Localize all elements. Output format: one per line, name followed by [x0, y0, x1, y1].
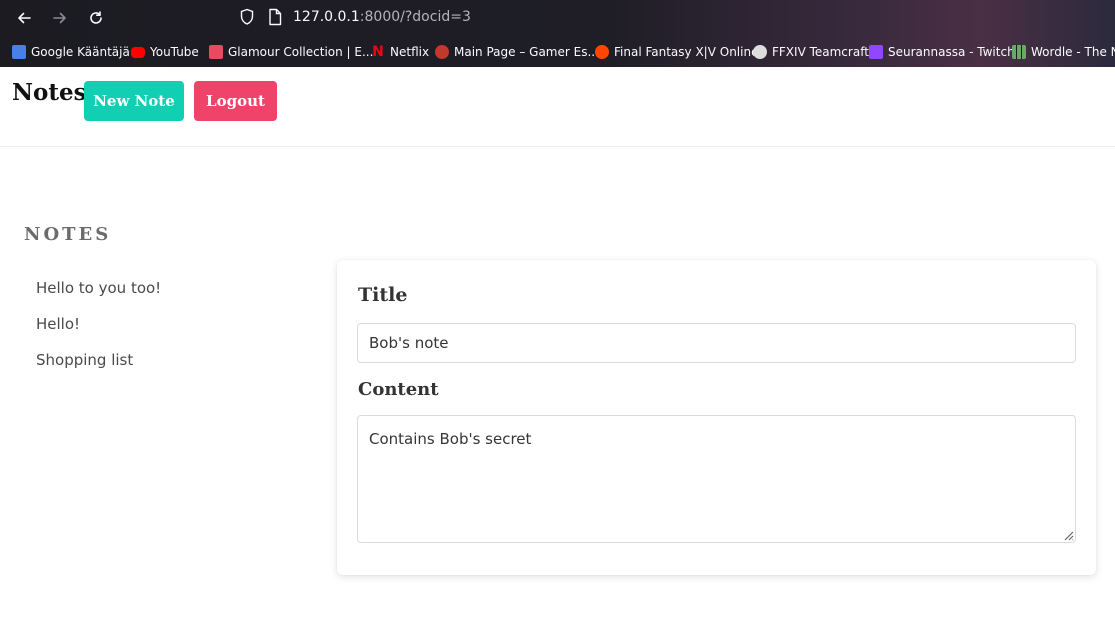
- note-link[interactable]: Hello to you too!: [36, 278, 161, 314]
- note-editor-card: Title Content Contains Bob's secret: [337, 260, 1096, 575]
- content-textarea[interactable]: Contains Bob's secret: [357, 415, 1076, 543]
- bookmark-label: YouTube: [150, 45, 199, 59]
- reddit-icon: [595, 45, 609, 59]
- bookmark-label: Netflix: [390, 45, 430, 59]
- bookmark-label: Google Kääntäjä: [31, 45, 130, 59]
- title-input[interactable]: [357, 323, 1076, 363]
- arrow-left-icon: [18, 12, 31, 24]
- bookmark-youtube[interactable]: YouTube: [131, 45, 199, 59]
- bookmark-label: Main Page – Gamer Es...: [454, 45, 599, 59]
- title-label: Title: [358, 284, 408, 306]
- url-path: :8000/?docid=3: [359, 9, 471, 25]
- logout-button[interactable]: Logout: [194, 81, 277, 121]
- brand-title: Notes: [12, 79, 87, 106]
- bookmark-teamcraft[interactable]: FFXIV Teamcraft: [753, 45, 869, 59]
- bookmark-label: Glamour Collection | E...: [228, 45, 374, 59]
- notes-heading: NOTES: [24, 224, 112, 245]
- bookmark-label: Wordle - The Ne: [1031, 45, 1115, 59]
- content-label: Content: [358, 379, 439, 400]
- bookmark-gamer-escape[interactable]: Main Page – Gamer Es...: [435, 45, 599, 59]
- teamcraft-icon: [753, 45, 767, 59]
- bookmark-google-translate[interactable]: Google Kääntäjä: [12, 45, 130, 59]
- bookmark-label: Final Fantasy X|V Online: [614, 45, 759, 59]
- google-translate-icon: [12, 45, 26, 59]
- wordle-icon: [1012, 45, 1026, 59]
- app-header: Notes New Note Logout: [0, 67, 1115, 147]
- glamour-icon: [209, 45, 223, 59]
- reload-button[interactable]: [84, 6, 108, 30]
- gamer-escape-icon: [435, 45, 449, 59]
- bookmark-wordle[interactable]: Wordle - The Ne: [1012, 45, 1115, 59]
- bookmark-label: Seurannassa - Twitch: [888, 45, 1015, 59]
- address-bar[interactable]: 127.0.0.1:8000/?docid=3: [293, 9, 471, 25]
- reload-icon: [90, 11, 102, 24]
- browser-toolbar: 127.0.0.1:8000/?docid=3: [0, 0, 1115, 36]
- page-icon[interactable]: [268, 8, 282, 30]
- browser-chrome: 127.0.0.1:8000/?docid=3 Google Kääntäjä …: [0, 0, 1115, 67]
- notes-list: Hello to you too! Hello! Shopping list: [36, 278, 161, 386]
- url-host: 127.0.0.1: [293, 9, 360, 25]
- bookmark-netflix[interactable]: N Netflix: [371, 45, 429, 59]
- note-link[interactable]: Shopping list: [36, 350, 161, 386]
- bookmark-glamour[interactable]: Glamour Collection | E...: [209, 45, 373, 59]
- twitch-icon: [869, 45, 883, 59]
- resize-grip-icon[interactable]: [1062, 529, 1074, 541]
- bookmark-ffxiv[interactable]: Final Fantasy X|V Online: [595, 45, 758, 59]
- forward-button[interactable]: [48, 6, 72, 30]
- arrow-right-icon: [53, 12, 66, 24]
- bookmark-label: FFXIV Teamcraft: [772, 45, 869, 59]
- bookmark-twitch[interactable]: Seurannassa - Twitch: [869, 45, 1015, 59]
- netflix-icon: N: [372, 44, 384, 60]
- bookmarks-bar: Google Kääntäjä YouTube Glamour Collecti…: [0, 40, 1115, 66]
- note-link[interactable]: Hello!: [36, 314, 161, 350]
- new-note-button[interactable]: New Note: [84, 81, 184, 121]
- back-button[interactable]: [12, 6, 36, 30]
- shield-icon[interactable]: [239, 8, 255, 30]
- youtube-icon: [131, 46, 145, 58]
